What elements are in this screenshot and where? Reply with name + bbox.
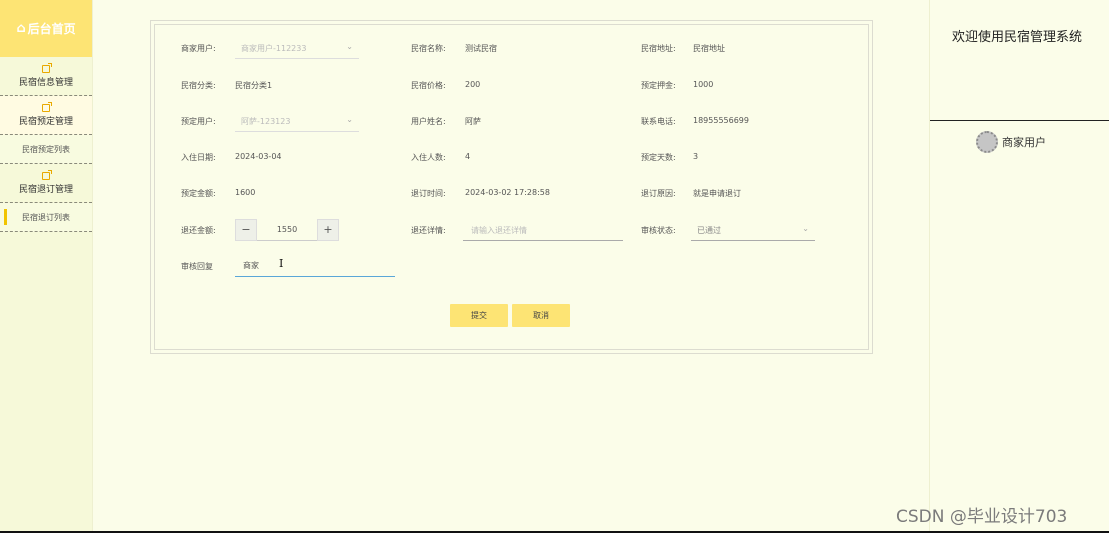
divider xyxy=(930,120,1109,121)
home-icon: ⌂ xyxy=(16,21,26,36)
days-label: 预定天数: xyxy=(641,153,676,162)
form-row: 民宿分类: 民宿分类1 民宿价格: 200 预定押金: 1000 xyxy=(155,74,868,96)
guests-value: 4 xyxy=(465,152,471,161)
text-cursor-icon: I xyxy=(279,257,284,270)
form-row: 退还金额: − 1550 + 退还详情: 请输入退还详情 审核状态: 已通过 ⌄ xyxy=(155,218,868,241)
guests-label: 入住人数: xyxy=(411,153,446,162)
refund-amount-label: 退还金额: xyxy=(181,226,216,235)
booking-amount-value: 1600 xyxy=(235,188,256,197)
homestay-address-value: 民宿地址 xyxy=(693,44,725,53)
refund-detail-label: 退还详情: xyxy=(411,226,446,235)
deposit-label: 预定押金: xyxy=(641,81,676,90)
form-row: 商家用户: 商家用户-112233 ⌄ 民宿名称: 测试民宿 民宿地址: 民宿地… xyxy=(155,37,868,59)
refund-amount-stepper[interactable]: − 1550 + xyxy=(235,218,339,241)
checkin-date-label: 入住日期: xyxy=(181,153,216,162)
chevron-down-icon: ⌄ xyxy=(346,115,353,124)
form-row: 预定用户: 阿萨-123123 ⌄ 用户姓名: 阿萨 联系电话: 1895555… xyxy=(155,110,868,132)
merchant-user-select[interactable]: 商家用户-112233 ⌄ xyxy=(235,37,359,59)
homestay-category-value: 民宿分类1 xyxy=(235,81,273,90)
refund-amount-value[interactable]: 1550 xyxy=(257,225,317,234)
homestay-price-value: 200 xyxy=(465,80,481,89)
deposit-value: 1000 xyxy=(693,80,714,89)
increment-button[interactable]: + xyxy=(317,218,339,241)
homestay-address-label: 民宿地址: xyxy=(641,44,676,53)
watermark: CSDN @毕业设计703 xyxy=(896,507,1068,527)
user-name-label: 用户姓名: xyxy=(411,117,446,126)
home-link[interactable]: ⌂ 后台首页 xyxy=(0,0,92,57)
booking-user-label: 预定用户: xyxy=(181,117,216,126)
review-reply-input[interactable]: 商家 I xyxy=(235,255,395,277)
form-panel: 商家用户: 商家用户-112233 ⌄ 民宿名称: 测试民宿 民宿地址: 民宿地… xyxy=(150,20,873,354)
sidebar-subitem-booking-list[interactable]: 民宿预定列表 xyxy=(0,135,92,164)
welcome-text: 欢迎使用民宿管理系统 xyxy=(952,30,1083,45)
booking-amount-label: 预定金额: xyxy=(181,189,216,198)
sidebar-subitem-cancellation-list[interactable]: 民宿退订列表 xyxy=(0,203,92,232)
chevron-down-icon: ⌄ xyxy=(802,224,809,233)
cancel-button[interactable]: 取消 xyxy=(512,304,570,327)
submit-button[interactable]: 提交 xyxy=(450,304,508,327)
sidebar-item-cancellation-management[interactable]: 民宿退订管理 xyxy=(0,164,92,203)
cancel-reason-value: 就是申请退订 xyxy=(693,189,741,198)
checkin-date-value: 2024-03-04 xyxy=(235,152,282,161)
decrement-button[interactable]: − xyxy=(235,218,257,241)
user-info[interactable]: 商家用户 xyxy=(976,131,1046,153)
edit-icon xyxy=(42,169,52,180)
home-label: 后台首页 xyxy=(27,22,76,36)
avatar xyxy=(976,131,998,153)
days-value: 3 xyxy=(693,152,699,161)
edit-icon xyxy=(42,62,52,73)
review-status-label: 审核状态: xyxy=(641,226,676,235)
form-row: 入住日期: 2024-03-04 入住人数: 4 预定天数: 3 xyxy=(155,146,868,168)
form-row: 审核回复 商家 I xyxy=(155,255,868,277)
homestay-name-value: 测试民宿 xyxy=(465,44,497,53)
sidebar-item-booking-management[interactable]: 民宿预定管理 xyxy=(0,96,92,135)
review-reply-label: 审核回复 xyxy=(181,262,213,271)
right-panel: 欢迎使用民宿管理系统 商家用户 xyxy=(929,0,1109,531)
sidebar-item-homestay-info[interactable]: 民宿信息管理 xyxy=(0,57,92,96)
edit-icon xyxy=(42,101,52,112)
merchant-user-label: 商家用户: xyxy=(181,44,216,53)
homestay-category-label: 民宿分类: xyxy=(181,81,216,90)
homestay-name-label: 民宿名称: xyxy=(411,44,446,53)
cancel-time-value: 2024-03-02 17:28:58 xyxy=(465,188,550,197)
phone-label: 联系电话: xyxy=(641,117,676,126)
cancel-reason-label: 退订原因: xyxy=(641,189,676,198)
homestay-price-label: 民宿价格: xyxy=(411,81,446,90)
sidebar: ⌂ 后台首页 民宿信息管理 民宿预定管理 民宿预定列表 民宿退订管理 民宿退订列… xyxy=(0,0,93,531)
review-status-select[interactable]: 已通过 ⌄ xyxy=(691,219,815,241)
booking-user-select[interactable]: 阿萨-123123 ⌄ xyxy=(235,110,359,132)
user-name-value: 阿萨 xyxy=(465,117,481,126)
current-user-label: 商家用户 xyxy=(1002,136,1046,149)
form-row: 预定金额: 1600 退订时间: 2024-03-02 17:28:58 退订原… xyxy=(155,182,868,204)
chevron-down-icon: ⌄ xyxy=(346,42,353,51)
cancel-time-label: 退订时间: xyxy=(411,189,446,198)
refund-detail-input[interactable]: 请输入退还详情 xyxy=(463,219,623,241)
form-inner: 商家用户: 商家用户-112233 ⌄ 民宿名称: 测试民宿 民宿地址: 民宿地… xyxy=(154,24,869,350)
phone-value: 18955556699 xyxy=(693,116,749,125)
